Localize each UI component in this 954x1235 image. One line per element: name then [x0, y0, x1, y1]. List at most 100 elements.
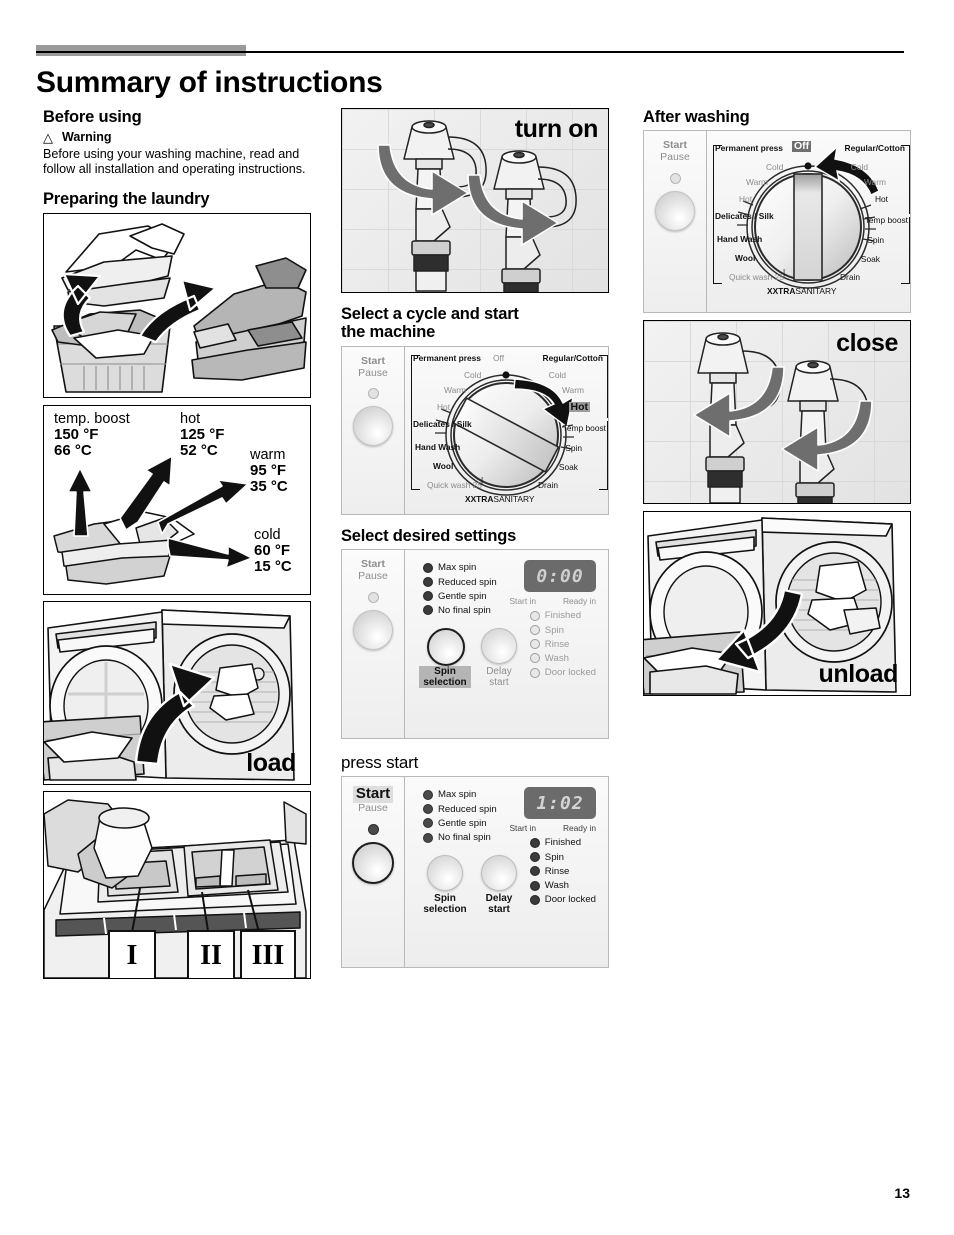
dial-label-pp-hot: Hot [437, 401, 451, 412]
spin-option-no-final[interactable]: No final spin [423, 605, 497, 616]
heading-select-settings: Select desired settings [341, 526, 517, 545]
start-pause-button-pressed[interactable] [352, 841, 394, 884]
spin-option-list: Max spin Reduced spin Gentle spin No fin… [423, 562, 497, 619]
figure-turn-on-taps: turn on [341, 108, 609, 293]
start-label-active: Start [352, 786, 394, 804]
start-pause-button[interactable] [353, 406, 393, 447]
indicator-led-icon [423, 832, 433, 843]
indicator-led-icon [529, 894, 540, 905]
dial-label-drain: Drain [537, 479, 558, 490]
spin-option-gentle[interactable]: Gentle spin [423, 591, 497, 602]
start-pause-button[interactable] [353, 609, 393, 650]
dial-label-selected-hot: Hot [568, 400, 590, 413]
display-label-start-in: Start in [509, 596, 536, 607]
pause-label: Pause [358, 802, 388, 815]
delay-start-button[interactable] [481, 628, 517, 665]
dial-label-pp-cold: Cold [464, 369, 482, 380]
heading-select-cycle-line2: the machine [341, 323, 436, 342]
status-spin: Spin [529, 852, 596, 863]
heading-before-using: Before using [43, 108, 142, 126]
figure-caption-unload: unload [818, 660, 898, 689]
dial-label-soak: Soak [558, 461, 578, 472]
dispenser-compartment-3: III [240, 929, 296, 978]
off-control-panel: Start Pause Permanent press Regular/Cott… [643, 130, 911, 314]
dial-label-rc-hot: Hot [874, 194, 888, 205]
dial-label-wool: Wool [735, 253, 756, 264]
figure-load-washer: load [43, 600, 311, 785]
dial-label-quick-wash: Quick wash 25 [729, 272, 784, 283]
dial-label-delicates-silk: Delicates / Silk [413, 418, 472, 429]
bracket-permanent-press [411, 354, 420, 410]
dial-label-rc-warm: Warm [863, 177, 886, 188]
settings-start-pause-section: Start Pause [341, 549, 405, 740]
program-dial-off[interactable]: Permanent press Regular/Cotton Off Cold … [707, 131, 910, 312]
indicator-led-icon [529, 639, 540, 650]
right-column: After washing Start Pause Permanent pres… [643, 108, 911, 697]
heading-preparing-laundry: Preparing the laundry [43, 190, 210, 209]
indicator-led-icon [529, 610, 540, 621]
dial-label-off-selected: Off [792, 140, 812, 153]
indicator-led-icon [529, 837, 540, 848]
temp-entry-cold: cold 60 °F 15 °C [254, 526, 292, 576]
dial-label-rc-cold: Cold [850, 162, 868, 173]
press-start-section: Start Pause [341, 776, 405, 969]
off-dial-section: Permanent press Regular/Cotton Off Cold … [707, 130, 911, 314]
program-dial[interactable]: Permanent press Regular/Cotton Off Cold … [405, 347, 608, 514]
indicator-led-icon [529, 667, 540, 678]
indicator-led-icon [423, 804, 433, 815]
spin-selection-button[interactable] [427, 628, 465, 667]
dial-label-regular-cotton: Regular/Cotton [844, 143, 905, 154]
dispenser-compartment-1: I [108, 929, 156, 978]
press-start-options-section: Max spin Reduced spin Gentle spin No fin… [405, 776, 609, 969]
time-display: 1:02 [524, 787, 596, 820]
pause-label: Pause [358, 570, 388, 583]
pause-label: Pause [660, 151, 690, 164]
dial-label-pp-hot: Hot [739, 194, 753, 205]
figure-caption-close: close [836, 329, 898, 358]
indicator-led-icon [529, 866, 540, 877]
dial-label-wool: Wool [433, 460, 454, 471]
dial-label-rc-warm: Warm [561, 384, 584, 395]
heading-after-washing: After washing [643, 108, 750, 126]
status-wash: Wash [529, 880, 596, 891]
heading-select-cycle: Select a cycle and start the machine [341, 305, 609, 342]
dial-label-soak: Soak [860, 254, 880, 265]
dial-label-pp-cold: Cold [766, 162, 784, 173]
start-led-icon [367, 388, 379, 400]
display-label-start-in: Start in [509, 823, 536, 834]
figure-detergent-dispenser: I II III [43, 790, 311, 979]
spin-option-reduced[interactable]: Reduced spin [423, 804, 497, 815]
spin-selection-button[interactable] [427, 855, 463, 892]
indicator-led-icon [529, 625, 540, 636]
spin-option-no-final[interactable]: No final spin [423, 832, 497, 843]
delay-start-label: Delay start [486, 666, 512, 689]
indicator-led-icon [423, 789, 433, 800]
dial-label-pp-warm: Warm [444, 384, 467, 395]
status-door-locked: Door locked [529, 667, 596, 678]
dial-label-regular-cotton: Regular/Cotton [542, 352, 603, 363]
dial-label-spin: Spin [867, 235, 884, 246]
off-start-pause-section: Start Pause [643, 130, 707, 314]
bracket-regular-cotton [901, 145, 910, 215]
dial-label-hand-wash: Hand Wash [415, 441, 461, 452]
figure-press-start-panel: Start Pause Max spin Reduced spin Gentle… [341, 776, 609, 969]
indicator-led-icon [423, 591, 433, 602]
temp-entry-warm: warm 95 °F 35 °C [250, 446, 288, 496]
middle-column: turn on Select a cycle and start the mac… [341, 108, 609, 969]
spin-option-list: Max spin Reduced spin Gentle spin No fin… [423, 789, 497, 846]
page-title: Summary of instructions [36, 66, 383, 99]
bracket-permanent-press [713, 145, 722, 203]
spin-option-reduced[interactable]: Reduced spin [423, 577, 497, 588]
spin-option-max[interactable]: Max spin [423, 562, 497, 573]
press-start-control-panel: Start Pause Max spin Reduced spin Gentle… [341, 776, 609, 969]
start-led-icon-on [367, 823, 379, 835]
spin-option-max[interactable]: Max spin [423, 789, 497, 800]
spin-selection-label: Spin selection [423, 893, 467, 916]
dial-label-temp-boost: Temp boost [562, 422, 606, 433]
dial-label-quick-wash: Quick wash 25 [427, 479, 482, 490]
start-pause-button[interactable] [655, 190, 695, 231]
bracket-functions [901, 217, 910, 285]
delay-start-button[interactable] [481, 855, 517, 892]
pause-label: Pause [358, 366, 388, 379]
spin-option-gentle[interactable]: Gentle spin [423, 818, 497, 829]
